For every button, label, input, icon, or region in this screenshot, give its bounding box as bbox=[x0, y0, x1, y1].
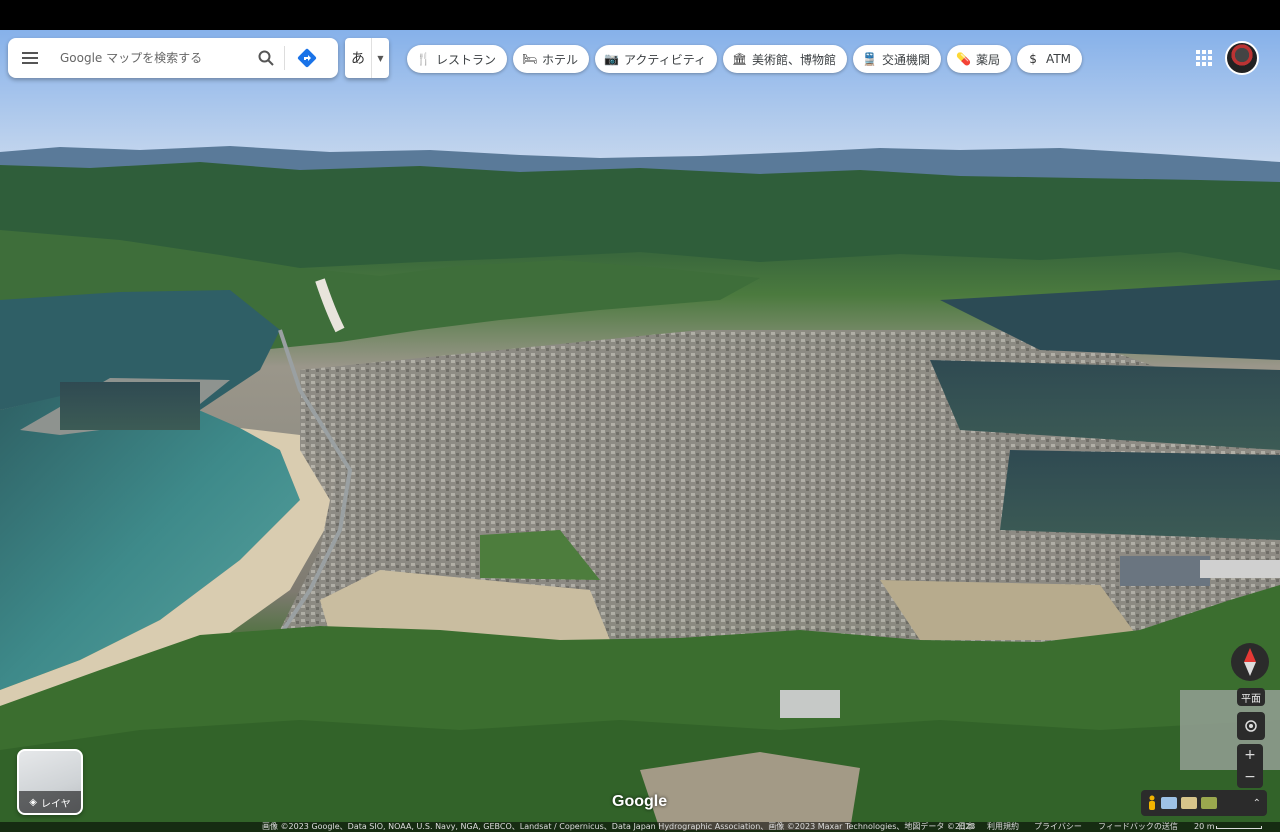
terms-link[interactable]: 利用規約 bbox=[987, 822, 1019, 832]
chip-hotel[interactable]: 🛏 ホテル bbox=[513, 45, 590, 73]
privacy-link[interactable]: プライバシー bbox=[1034, 822, 1082, 832]
imagery-thumb-1[interactable] bbox=[1161, 797, 1177, 809]
chip-label: 薬局 bbox=[976, 52, 1001, 67]
imagery-thumb-2[interactable] bbox=[1181, 797, 1197, 809]
chip-pharmacy[interactable]: 💊 薬局 bbox=[947, 45, 1012, 73]
search-icon bbox=[258, 50, 274, 66]
ime-character: あ bbox=[351, 51, 365, 67]
menu-button[interactable] bbox=[8, 38, 52, 78]
layers-label-row: ◈ レイヤ bbox=[19, 791, 81, 813]
directions-button[interactable] bbox=[285, 38, 329, 78]
compass-icon bbox=[1244, 648, 1256, 676]
satellite-terrain bbox=[0, 30, 1280, 832]
apps-grid-icon[interactable] bbox=[1196, 50, 1212, 66]
camera-icon: 📷 bbox=[604, 52, 619, 66]
scale-label[interactable]: 20 m bbox=[1194, 822, 1215, 832]
chip-label: 交通機関 bbox=[882, 52, 931, 67]
chip-restaurant[interactable]: 🍴 レストラン bbox=[407, 45, 508, 73]
transit-icon: 🚆 bbox=[862, 52, 877, 66]
attribution-text: 画像 ©2023 Google、Data SIO, NOAA, U.S. Nav… bbox=[262, 822, 976, 831]
layers-icon: ◈ bbox=[29, 796, 37, 808]
restaurant-icon: 🍴 bbox=[416, 52, 431, 66]
hamburger-icon bbox=[22, 57, 38, 59]
directions-icon bbox=[297, 48, 317, 68]
pharmacy-icon: 💊 bbox=[956, 52, 971, 66]
avatar[interactable] bbox=[1225, 41, 1259, 75]
map-3d-view[interactable] bbox=[0, 30, 1280, 832]
feedback-link[interactable]: フィードバックの送信 bbox=[1098, 822, 1178, 832]
scale-bar bbox=[1216, 826, 1262, 829]
chevron-up-icon[interactable]: ⌃ bbox=[1253, 798, 1261, 809]
chip-label: アクティビティ bbox=[624, 52, 706, 67]
chip-transit[interactable]: 🚆 交通機関 bbox=[853, 45, 942, 73]
chevron-down-icon[interactable]: ▼ bbox=[371, 38, 389, 78]
museum-icon: 🏛 bbox=[732, 52, 748, 66]
chip-label: ATM bbox=[1046, 52, 1072, 66]
input-method-selector[interactable]: あ ▼ bbox=[345, 38, 389, 78]
search-box bbox=[8, 38, 338, 78]
chip-label: レストラン bbox=[436, 52, 497, 67]
my-location-button[interactable] bbox=[1237, 712, 1265, 740]
pegman-icon[interactable] bbox=[1147, 795, 1157, 811]
search-button[interactable] bbox=[248, 38, 284, 78]
layers-label: レイヤ bbox=[41, 798, 71, 810]
hotel-icon: 🛏 bbox=[522, 52, 538, 66]
imagery-thumb-3[interactable] bbox=[1201, 797, 1217, 809]
zoom-out-button[interactable]: − bbox=[1244, 769, 1256, 785]
country-link[interactable]: 日本 bbox=[958, 822, 974, 832]
layers-button[interactable]: ◈ レイヤ bbox=[17, 749, 83, 815]
top-black-bar bbox=[0, 0, 1280, 30]
chip-label: ホテル bbox=[542, 52, 579, 67]
chip-activities[interactable]: 📷 アクティビティ bbox=[595, 45, 717, 73]
category-chips: 🍴 レストラン 🛏 ホテル 📷 アクティビティ 🏛 美術館、博物館 🚆 交通機関… bbox=[407, 45, 1083, 73]
zoom-in-button[interactable]: + bbox=[1244, 747, 1256, 763]
compass-button[interactable] bbox=[1231, 643, 1269, 681]
chip-label: 美術館、博物館 bbox=[752, 52, 837, 67]
search-input[interactable] bbox=[52, 43, 248, 73]
attribution-bar: 画像 ©2023 Google、Data SIO, NOAA, U.S. Nav… bbox=[0, 822, 1280, 832]
tilt-toggle-button[interactable]: 平面 bbox=[1237, 688, 1265, 706]
chip-museums[interactable]: 🏛 美術館、博物館 bbox=[723, 45, 848, 73]
location-icon bbox=[1245, 720, 1257, 732]
imagery-toolbar: ⌃ bbox=[1141, 790, 1267, 816]
atm-icon: $ bbox=[1029, 52, 1037, 66]
chip-atm[interactable]: $ ATM bbox=[1017, 45, 1083, 73]
zoom-controls: + − bbox=[1237, 744, 1263, 788]
google-logo: Google bbox=[612, 793, 668, 810]
